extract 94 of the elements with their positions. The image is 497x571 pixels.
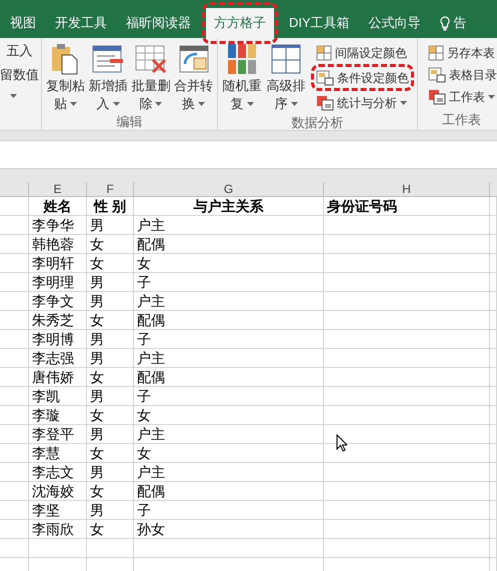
table-cell: 女 [87,406,134,424]
table-cell: 唐伟娇 [29,368,87,386]
table-cell: 配偶 [134,482,324,500]
table-cell: 户主 [134,425,324,443]
ribbon-button[interactable]: 留数值 [0,66,39,84]
table-icon [316,94,334,110]
table-cell: 户主 [134,216,324,234]
table-cell: 配偶 [134,311,324,329]
table-cell: 李志文 [29,463,87,481]
ribbon-button[interactable]: 复制粘 贴 [45,42,86,112]
table-cell: 女 [87,235,134,253]
table-cell: 子 [134,501,324,519]
table-icon [428,44,444,60]
table-cell: 女 [134,444,324,462]
table-cell: 韩艳蓉 [29,235,87,253]
table-cell: 男 [87,292,134,310]
table-cell: 户主 [134,292,324,310]
table-cell: 李慧 [29,444,87,462]
table-cell: 身份证号码 [324,197,490,215]
table-cell: 女 [134,254,324,272]
ribbon-tab[interactable]: 方方格子 [206,8,274,38]
table-cell: 男 [87,501,134,519]
table-cell: 李璇 [29,406,87,424]
ribbon-button[interactable]: 合并转 换 [173,42,214,112]
ribbon-button[interactable]: 随机重 复 [221,42,263,113]
ribbon-button[interactable]: 间隔设定颜色 [316,43,407,62]
ribbon-button[interactable]: 另存本表 [428,43,495,62]
column-header[interactable]: H [324,182,490,196]
group-label: 工作表 [442,112,481,127]
table-icon [316,44,332,60]
table-cell: 姓名 [29,197,87,215]
table-cell: 李明博 [29,330,87,348]
ribbon-button[interactable]: 表格目录 [428,65,497,84]
ribbon-button[interactable]: 批量删 除 [130,42,172,112]
table-cell: 李登平 [29,425,87,443]
table-cell: 与户主关系 [134,197,324,215]
table-icon [428,88,446,104]
table-icon [316,70,334,86]
table-cell: 男 [87,349,134,367]
ribbon-button[interactable]: 新增插 入 [88,42,128,112]
table-cell: 女 [87,444,134,462]
table-icon [428,66,446,82]
group-label: 编辑 [116,114,142,129]
table-cell: 女 [87,520,134,538]
table-cell: 男 [87,425,134,443]
table-cell: 李明轩 [29,254,87,272]
table-cell: 男 [87,387,134,405]
table-cell: 子 [134,387,324,405]
ribbon-tab[interactable]: 告 [432,8,475,38]
ribbon-button[interactable]: 高级排 序 [265,42,307,113]
ribbon-button[interactable]: 统计与分析 [316,93,407,112]
group-label: 数据分析 [292,115,344,130]
table-cell: 李凯 [29,387,87,405]
table-cell: 李坚 [29,501,87,519]
table-cell: 李明理 [29,273,87,291]
table-cell: 李争文 [29,292,87,310]
ribbon-button[interactable]: 条件设定颜色 [316,68,409,87]
table-cell: 户主 [134,349,324,367]
caret-icon [10,94,17,98]
ribbon-button[interactable]: 五入 [0,42,39,60]
ribbon-tab[interactable]: 开发工具 [47,8,115,38]
table-cell: 女 [87,368,134,386]
table-cell: 女 [87,254,134,272]
ribbon-tab[interactable]: 福昕阅读器 [118,8,199,38]
table-cell: 沈海姣 [29,482,87,500]
column-header[interactable]: E [29,182,87,196]
ribbon-tab[interactable]: 视图 [2,8,44,38]
ribbon-tab[interactable]: 公式向导 [360,8,429,38]
table-cell: 配偶 [134,368,324,386]
table-cell: 李争华 [29,216,87,234]
cursor-icon [336,434,347,452]
clipboard-icon [50,42,80,76]
table-cell: 子 [134,330,324,348]
table-cell: 女 [87,482,134,500]
lightbulb-icon [440,16,450,30]
table-cell: 朱秀芝 [29,311,87,329]
column-header[interactable]: G [134,182,324,196]
table-cell: 户主 [134,463,324,481]
table-cell: 李雨欣 [29,520,87,538]
table-cell: 子 [134,273,324,291]
ribbon-button[interactable]: 工作表 [428,87,495,106]
table-cell: 男 [87,330,134,348]
table-cell: 女 [134,406,324,424]
table-cell: 男 [87,273,134,291]
column-header[interactable]: F [87,182,134,196]
ribbon-tab[interactable]: DIY工具箱 [281,8,358,38]
table-cell: 男 [87,216,134,234]
table-cell: 孙女 [134,520,324,538]
table-cell: 女 [87,311,134,329]
table-cell: 性 别 [87,197,134,215]
table-cell: 男 [87,463,134,481]
table-cell: 配偶 [134,235,324,253]
grid-icon [227,42,257,76]
table-cell: 李志强 [29,349,87,367]
